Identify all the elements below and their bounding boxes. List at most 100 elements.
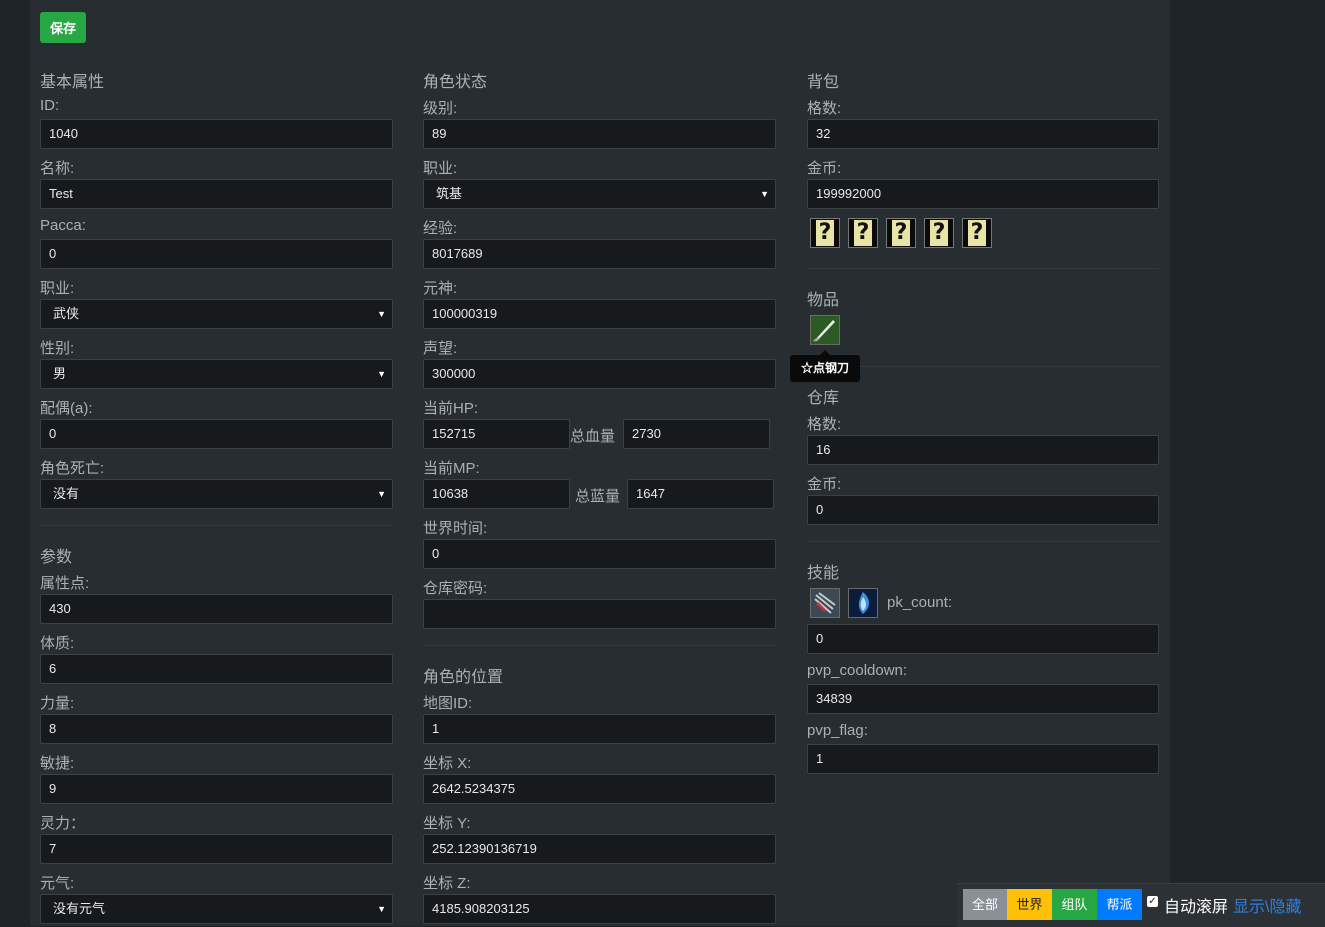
qi-select[interactable]: 没有元气 ▼ <box>40 894 393 924</box>
spirit-label: 灵力： <box>40 815 86 832</box>
pvp-cooldown-input[interactable]: 34839 <box>807 684 1159 714</box>
coord-x-input[interactable]: 2642.5234375 <box>423 774 776 804</box>
reputation-label: 声望: <box>423 340 458 357</box>
basic-section-title: 基本属性 <box>40 74 105 91</box>
unknown-item-slot[interactable]: ? <box>962 218 992 248</box>
unknown-item-slot[interactable]: ? <box>886 218 916 248</box>
chevron-down-icon: ▼ <box>377 369 386 379</box>
map-id-input[interactable]: 1 <box>423 714 776 744</box>
soul-label: 元神: <box>423 280 458 297</box>
chevron-down-icon: ▼ <box>377 309 386 319</box>
status-section-title: 角色状态 <box>423 74 488 91</box>
unknown-item-slot[interactable]: ? <box>924 218 954 248</box>
skills-section-title: 技能 <box>807 565 840 582</box>
divider <box>807 268 1159 269</box>
spirit-input[interactable]: 7 <box>40 834 393 864</box>
item-tooltip: ☆点钢刀 <box>790 350 860 382</box>
divider <box>807 541 1159 542</box>
level-input[interactable]: 89 <box>423 119 776 149</box>
frost-skill[interactable] <box>848 588 878 618</box>
mp-input[interactable]: 10638 <box>423 479 570 509</box>
warehouse-slots-label: 格数: <box>807 416 842 433</box>
divider <box>423 645 776 646</box>
params-section-title: 参数 <box>40 549 73 566</box>
agility-input[interactable]: 9 <box>40 774 393 804</box>
class-select[interactable]: 武侠 ▼ <box>40 299 393 329</box>
divider <box>40 525 393 526</box>
reputation-input[interactable]: 300000 <box>423 359 776 389</box>
coord-x-label: 坐标 X: <box>423 755 472 772</box>
pk-count-input[interactable]: 0 <box>807 624 1159 654</box>
question-mark-icon: ? <box>930 220 948 246</box>
class-label: 职业: <box>40 280 75 297</box>
pacca-input[interactable]: 0 <box>40 239 393 269</box>
position-section-title: 角色的位置 <box>423 669 504 686</box>
world-time-input[interactable]: 0 <box>423 539 776 569</box>
id-label: ID: <box>40 97 60 114</box>
coord-y-input[interactable]: 252.12390136719 <box>423 834 776 864</box>
warehouse-gold-input[interactable]: 0 <box>807 495 1159 525</box>
show-hide-link[interactable]: 显示\隐藏 <box>1233 893 1301 917</box>
gender-select[interactable]: 男 ▼ <box>40 359 393 389</box>
chat-filter-bar: 全部 世界 组队 帮派 ✓ 自动滚屏 显示\隐藏 <box>957 883 1325 927</box>
pvp-flag-input[interactable]: 1 <box>807 744 1159 774</box>
chat-world-tab[interactable]: 世界 <box>1007 889 1052 920</box>
qi-select-value: 没有元气 <box>53 901 106 916</box>
mp-total-label: 总蓝量 <box>575 488 621 505</box>
coord-y-label: 坐标 Y: <box>423 815 471 832</box>
coord-z-label: 坐标 Z: <box>423 875 471 892</box>
pk-count-label: pk_count: <box>887 594 953 611</box>
exp-label: 经验: <box>423 220 458 237</box>
mp-total-input[interactable]: 1647 <box>627 479 774 509</box>
unknown-item-slot[interactable]: ? <box>810 218 840 248</box>
chat-guild-tab[interactable]: 帮派 <box>1097 889 1142 920</box>
divider <box>860 366 1159 367</box>
coord-z-input[interactable]: 4185.908203125 <box>423 894 776 924</box>
qi-label: 元气: <box>40 875 75 892</box>
bag-slots-label: 格数: <box>807 100 842 117</box>
spouse-input[interactable]: 0 <box>40 419 393 449</box>
autoscroll-checkbox[interactable]: ✓ <box>1147 896 1158 907</box>
steel-blade-item[interactable] <box>810 315 840 345</box>
role-class-select[interactable]: 筑基 ▼ <box>423 179 776 209</box>
attr-points-label: 属性点: <box>40 575 90 592</box>
unknown-item-slot[interactable]: ? <box>848 218 878 248</box>
pacca-label: Pacca: <box>40 217 86 234</box>
bag-gold-label: 金币: <box>807 160 842 177</box>
storage-password-input[interactable] <box>423 599 776 629</box>
chevron-down-icon: ▼ <box>377 904 386 914</box>
name-input[interactable]: Test <box>40 179 393 209</box>
question-mark-icon: ? <box>854 220 872 246</box>
question-mark-icon: ? <box>892 220 910 246</box>
claw-skill-icon <box>811 589 839 617</box>
attr-points-input[interactable]: 430 <box>40 594 393 624</box>
autoscroll-label: 自动滚屏 <box>1164 899 1229 916</box>
id-input[interactable]: 1040 <box>40 119 393 149</box>
bag-gold-input[interactable]: 199992000 <box>807 179 1159 209</box>
role-class-label: 职业: <box>423 160 458 177</box>
warehouse-gold-label: 金币: <box>807 476 842 493</box>
warehouse-slots-input[interactable]: 16 <box>807 435 1159 465</box>
spouse-label: 配偶(a): <box>40 400 93 417</box>
sword-icon <box>811 316 839 344</box>
dead-select-value: 没有 <box>53 486 80 501</box>
save-button[interactable]: 保存 <box>40 12 86 43</box>
chevron-down-icon: ▼ <box>377 489 386 499</box>
strength-label: 力量: <box>40 695 75 712</box>
dead-select[interactable]: 没有 ▼ <box>40 479 393 509</box>
pvp-flag-label: pvp_flag: <box>807 722 868 739</box>
chat-all-tab[interactable]: 全部 <box>963 889 1007 920</box>
claw-skill[interactable] <box>810 588 840 618</box>
constitution-label: 体质: <box>40 635 75 652</box>
hp-total-input[interactable]: 2730 <box>623 419 770 449</box>
exp-input[interactable]: 8017689 <box>423 239 776 269</box>
strength-input[interactable]: 8 <box>40 714 393 744</box>
constitution-input[interactable]: 6 <box>40 654 393 684</box>
gender-select-value: 男 <box>53 366 67 381</box>
frost-skill-icon <box>849 589 877 617</box>
chat-team-tab[interactable]: 组队 <box>1052 889 1097 920</box>
hp-input[interactable]: 152715 <box>423 419 570 449</box>
bag-slots-input[interactable]: 32 <box>807 119 1159 149</box>
soul-input[interactable]: 100000319 <box>423 299 776 329</box>
items-section-title: 物品 <box>807 292 840 309</box>
